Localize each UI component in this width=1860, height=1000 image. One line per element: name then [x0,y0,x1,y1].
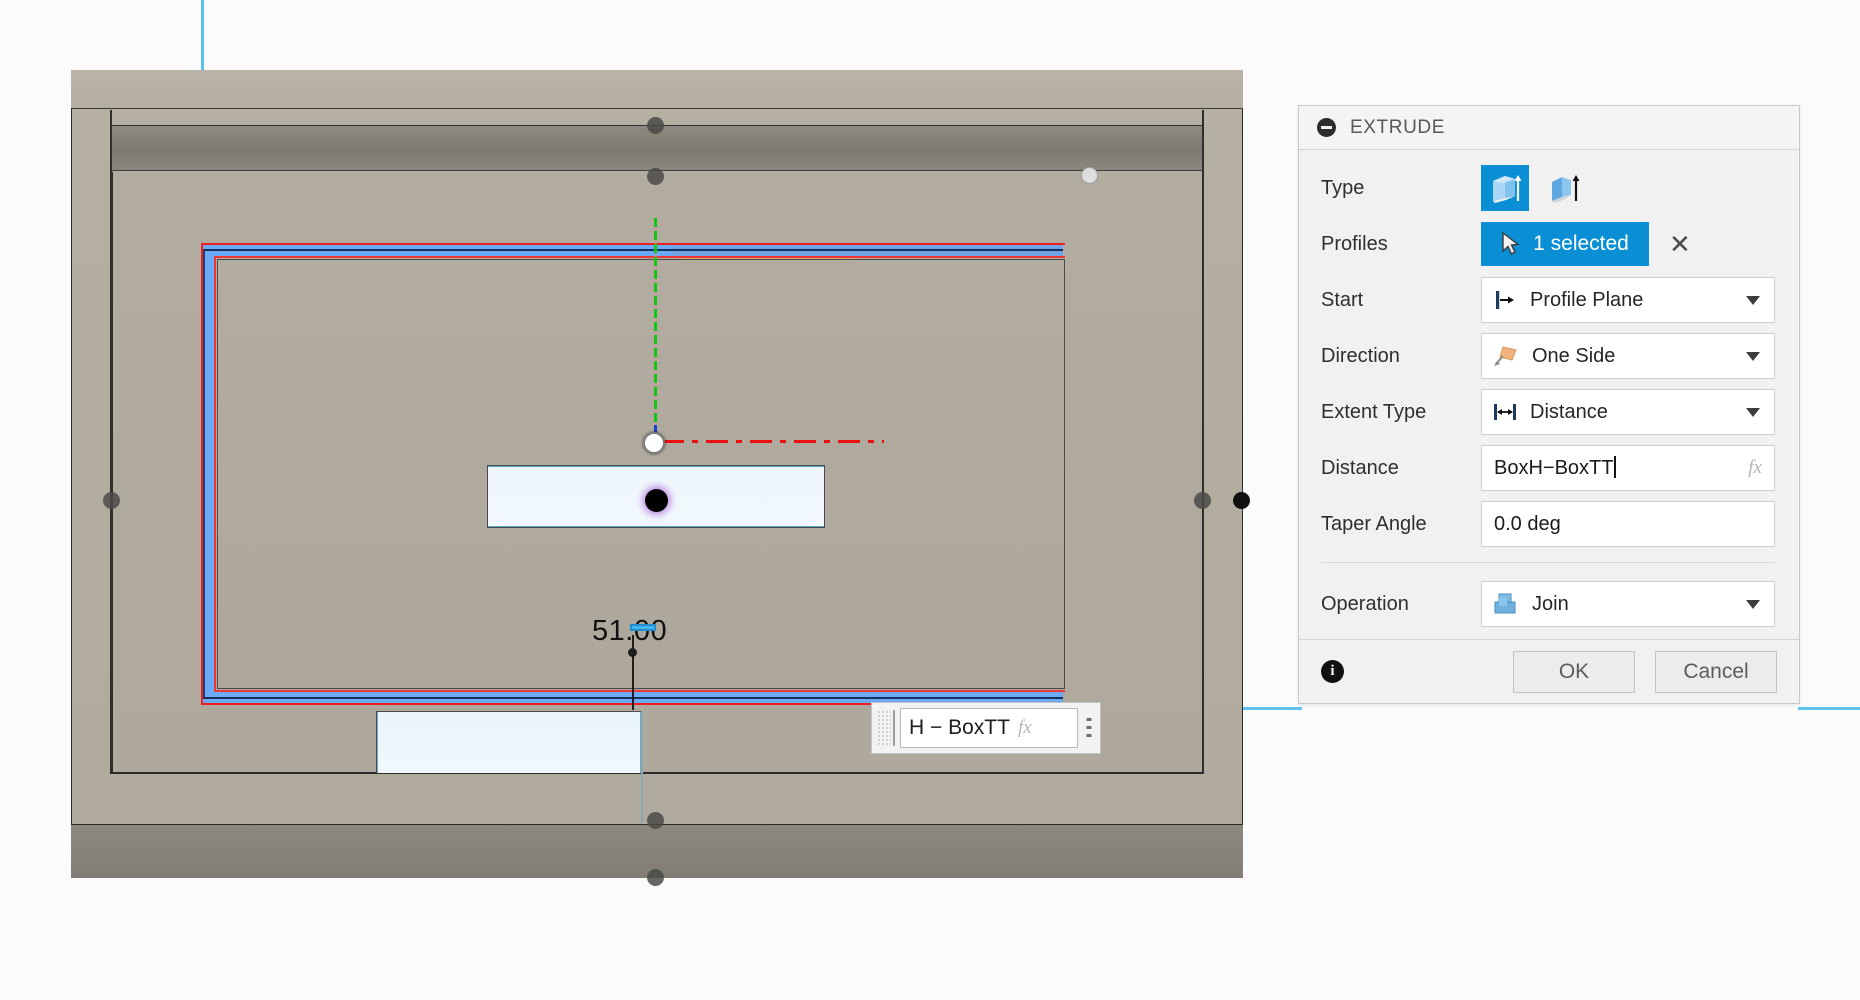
chevron-down-icon[interactable] [1746,599,1760,609]
row-distance: Distance BoxH−BoxTT fx [1299,440,1799,496]
row-taper-angle: Taper Angle 0.0 deg [1299,496,1799,552]
taper-angle-value: 0.0 deg [1494,512,1561,535]
application-window: 51.00 H − BoxTT fx EXTRUDE Type Profiles… [0,0,1860,1000]
thin-extrude-icon[interactable] [1539,165,1587,211]
row-start: Start Profile Plane [1299,272,1799,328]
extent-type-dropdown[interactable]: Distance [1481,389,1775,435]
arrow-cursor-icon [1502,232,1521,255]
center-hole-icon[interactable] [645,489,668,512]
dimension-arrow-icon [630,624,656,631]
label-taper-angle: Taper Angle [1321,512,1427,535]
operation-dropdown[interactable]: Join [1481,581,1775,627]
chevron-down-icon[interactable] [1746,351,1760,361]
fx-label[interactable]: fx [1748,457,1762,479]
distance-value: BoxH−BoxTT [1494,456,1748,480]
solid-extrude-icon[interactable] [1481,165,1529,211]
label-profiles: Profiles [1321,232,1388,255]
dialog-title-bar[interactable]: EXTRUDE [1299,106,1799,150]
divider [1321,562,1775,563]
x-axis-red-icon [662,440,884,443]
row-direction: Direction One Side [1299,328,1799,384]
label-distance: Distance [1321,456,1399,479]
origin-point-icon[interactable] [643,432,665,454]
drag-handle-top-outer[interactable] [647,117,664,134]
inline-value-input[interactable]: H − BoxTT fx [871,702,1101,754]
lower-pocket-face[interactable] [376,711,642,773]
drag-handle-bottom-outer[interactable] [647,869,664,886]
chevron-down-icon[interactable] [1746,407,1760,417]
dialog-footer: i OK Cancel [1299,639,1799,703]
row-extent-type: Extent Type Distance [1299,384,1799,440]
drag-handle-right-outer[interactable] [1233,492,1250,509]
dialog-body: Type Profiles 1 selected ✕ Start Profile… [1299,150,1799,639]
distance-input[interactable]: BoxH−BoxTT fx [1481,445,1775,491]
label-direction: Direction [1321,344,1400,367]
clear-selection-icon[interactable]: ✕ [1669,231,1691,257]
overflow-dots-icon[interactable] [1078,715,1100,741]
dialog-title: EXTRUDE [1350,116,1445,138]
construction-line-horizontal-right [1798,707,1860,710]
inline-value-text: H − BoxTT [909,716,1010,739]
row-profiles: Profiles 1 selected ✕ [1299,216,1799,272]
drag-handle-left[interactable] [103,492,120,509]
fx-label[interactable]: fx [1018,717,1032,739]
drag-grip-icon[interactable] [877,710,891,746]
dimension-leader-line [632,635,634,710]
drag-handle-bottom-inner[interactable] [647,812,664,829]
extent-type-value: Distance [1530,400,1608,423]
drag-handle-top-inner[interactable] [647,168,664,185]
inline-value-field[interactable]: H − BoxTT fx [900,708,1078,748]
label-type: Type [1321,176,1365,199]
taper-angle-input[interactable]: 0.0 deg [1481,501,1775,547]
extrude-dialog[interactable]: EXTRUDE Type Profiles 1 selected ✕ Start… [1298,105,1800,704]
divider [893,710,895,746]
chevron-down-icon[interactable] [1746,295,1760,305]
label-operation: Operation [1321,592,1409,615]
label-extent-type: Extent Type [1321,400,1427,423]
join-icon [1494,593,1516,614]
start-dropdown[interactable]: Profile Plane [1481,277,1775,323]
distance-icon [1494,404,1516,420]
model-edge-inner-bottom [110,772,1203,774]
operation-value: Join [1532,592,1569,615]
row-operation: Operation Join [1299,573,1799,635]
model-edge-right [1202,110,1204,774]
drag-handle-right-inner[interactable] [1194,492,1211,509]
one-side-icon [1494,346,1517,366]
profiles-selection-button[interactable]: 1 selected [1481,222,1649,266]
row-type: Type [1299,160,1799,216]
collapse-icon[interactable] [1317,118,1336,137]
direction-dropdown[interactable]: One Side [1481,333,1775,379]
ok-button[interactable]: OK [1513,650,1635,693]
construction-line-horizontal-left [1240,707,1302,710]
profiles-selection-count: 1 selected [1533,232,1629,255]
y-axis-green-icon [654,218,657,436]
dimension-tick [628,648,637,657]
direction-value: One Side [1532,344,1616,367]
label-start: Start [1321,288,1364,311]
model-top-face[interactable] [71,70,1243,109]
lower-pocket-edge [641,711,643,823]
drag-handle-arrow-right[interactable] [1081,167,1098,184]
info-icon[interactable]: i [1321,660,1344,683]
cancel-button[interactable]: Cancel [1655,650,1777,693]
model-edge-left [110,110,112,774]
profile-plane-icon [1496,291,1514,309]
start-value: Profile Plane [1530,288,1644,311]
